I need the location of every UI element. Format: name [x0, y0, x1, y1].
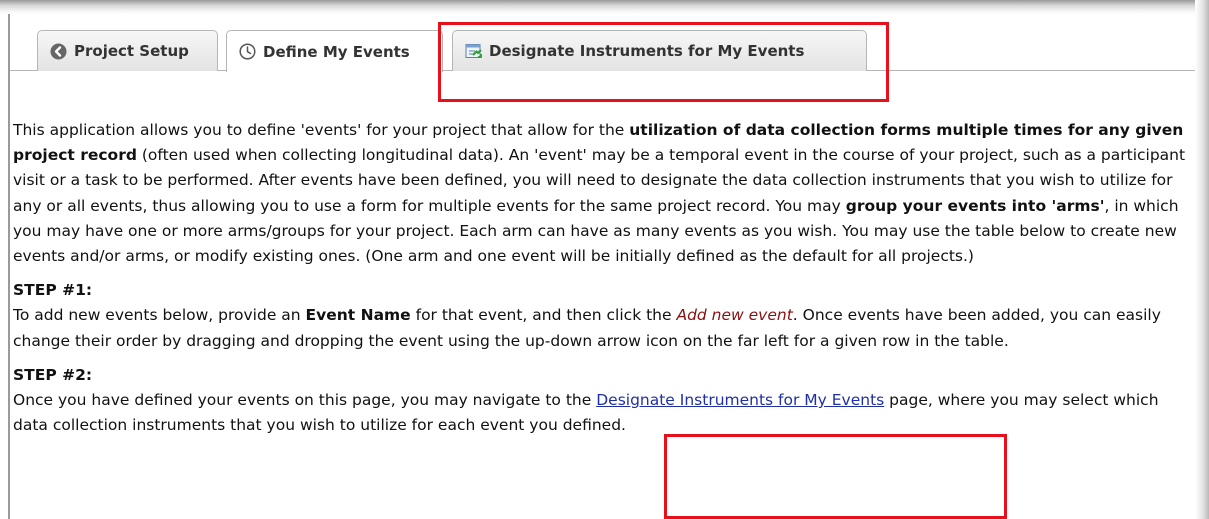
back-arrow-icon	[50, 43, 67, 60]
instruments-icon	[465, 43, 482, 60]
tab-label: Define My Events	[263, 42, 410, 61]
right-shadow	[1195, 0, 1209, 519]
step1-text: To add new events below, provide an	[13, 306, 306, 325]
tab-bar: Project Setup Define My Events Designate…	[10, 30, 1195, 72]
intro-text: This application allows you to define 'e…	[13, 121, 630, 139]
designate-instruments-link[interactable]: Designate Instruments for My Events	[596, 391, 884, 409]
tab-project-setup[interactable]: Project Setup	[37, 30, 218, 71]
page: Project Setup Define My Events Designate…	[0, 0, 1209, 519]
intro-bold-text: group your events into 'arms'	[845, 196, 1105, 215]
step2-paragraph: Once you have defined your events on thi…	[13, 388, 1193, 438]
step1-heading: STEP #1:	[13, 281, 93, 300]
tab-label: Project Setup	[74, 42, 189, 60]
instructions: This application allows you to define 'e…	[13, 118, 1193, 438]
tab-define-my-events[interactable]: Define My Events	[226, 30, 443, 72]
step2-heading: STEP #2:	[13, 365, 93, 384]
add-new-event-reference: Add new event	[676, 306, 793, 325]
step1-text: for that event, and then click the	[410, 306, 677, 325]
tab-label: Designate Instruments for My Events	[489, 42, 805, 60]
highlight-box-link	[664, 434, 1007, 519]
step2-text: Once you have defined your events on thi…	[13, 391, 597, 410]
step1-paragraph: To add new events below, provide an Even…	[13, 303, 1193, 353]
left-border	[8, 14, 10, 519]
tab-designate-instruments[interactable]: Designate Instruments for My Events	[452, 30, 867, 71]
step1-bold-text: Event Name	[305, 306, 411, 325]
top-shadow	[0, 0, 1209, 14]
clock-icon	[239, 43, 256, 60]
intro-paragraph: This application allows you to define 'e…	[13, 118, 1193, 269]
